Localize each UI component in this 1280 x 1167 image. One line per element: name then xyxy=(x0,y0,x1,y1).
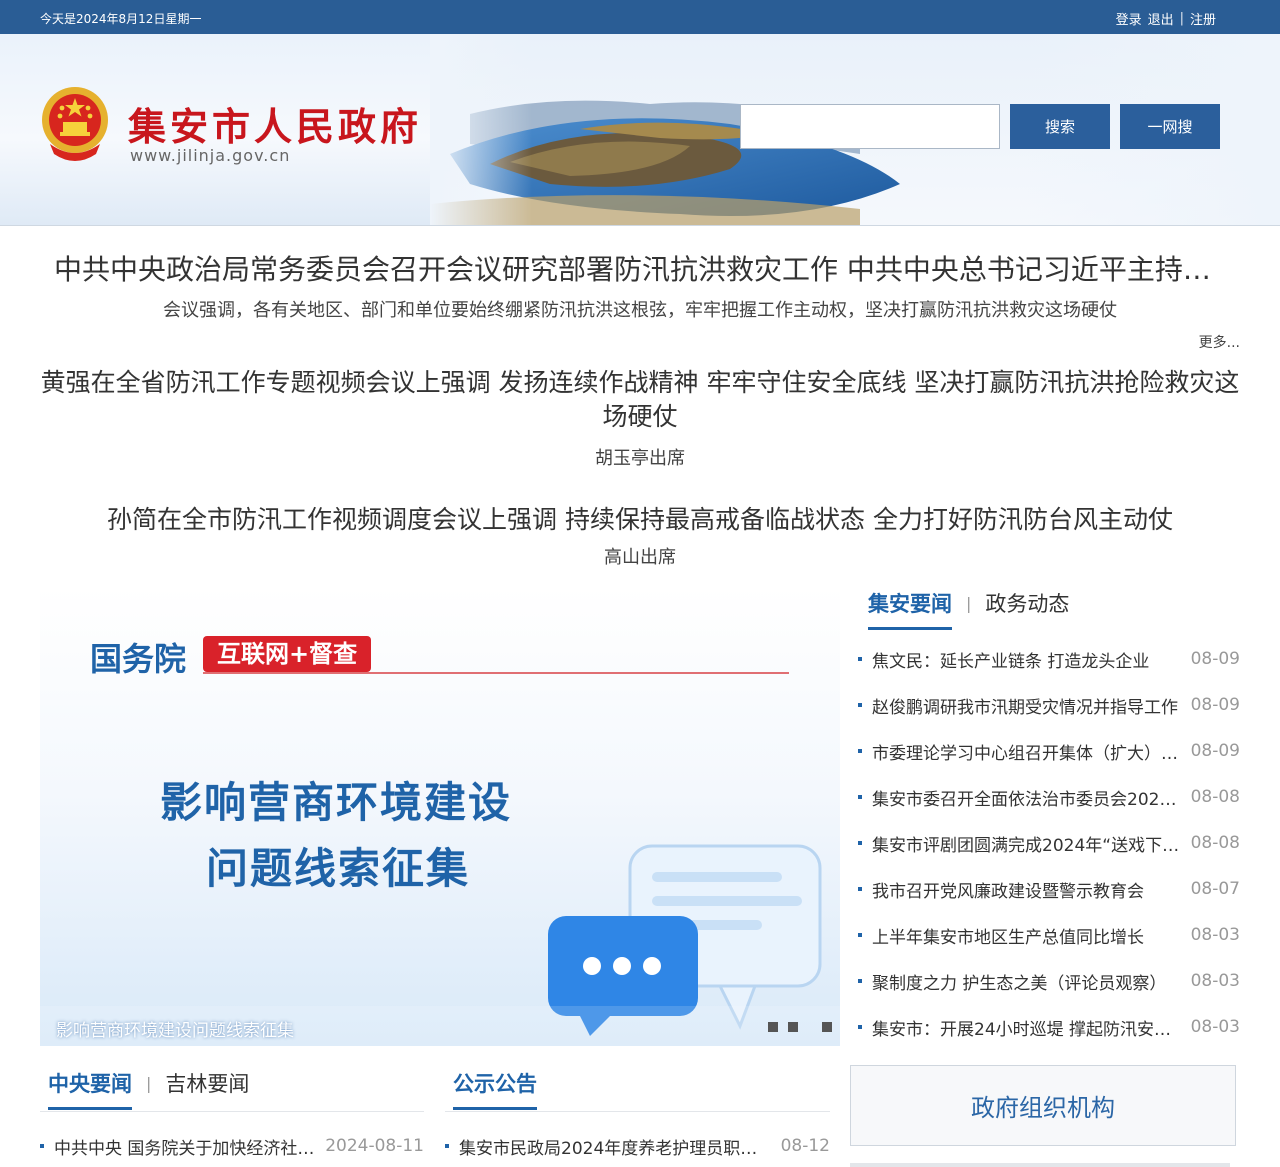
news-item-title[interactable]: 上半年集安市地区生产总值同比增长 xyxy=(872,923,1180,948)
section-divider xyxy=(445,1111,830,1112)
headline-1[interactable]: 中共中央政治局常务委员会召开会议研究部署防汛抗洪救灾工作 中共中央总书记习近平主… xyxy=(40,248,1240,288)
notice-tabs: 公示公告 xyxy=(453,1068,537,1110)
section-divider xyxy=(40,1111,424,1112)
link-separator: | xyxy=(1179,11,1184,26)
central-news-list: 中共中央 国务院关于加快经济社会发展全面绿色转型的意见2024-08-11 xyxy=(40,1134,424,1159)
search-button[interactable]: 搜索 xyxy=(1010,104,1110,149)
central-news-tabs: 中央要闻 | 吉林要闻 xyxy=(48,1068,249,1110)
headline-1-summary: 会议强调，各有关地区、部门和单位要始终绷紧防汛抗洪这根弦，牢牢把握工作主动权，坚… xyxy=(163,300,1117,321)
news-item-date: 08-09 xyxy=(1190,695,1240,715)
slider-dot-2[interactable] xyxy=(788,1022,798,1032)
list-item-date: 2024-08-11 xyxy=(325,1136,424,1156)
news-item[interactable]: 市委理论学习中心组召开集体（扩大）学习会议 08-09 xyxy=(858,728,1240,774)
list-item-date: 08-12 xyxy=(780,1136,830,1156)
news-item[interactable]: 集安市评剧团圆满完成2024年“送戏下乡”演出 08-08 xyxy=(858,820,1240,866)
national-emblem-icon xyxy=(42,87,108,161)
headline-2-summary: 胡玉亭出席 xyxy=(595,448,685,469)
news-item[interactable]: 集安市委召开全面依法治市委员会2024年会议 08-08 xyxy=(858,774,1240,820)
news-item-date: 08-08 xyxy=(1190,787,1240,807)
news-item-date: 08-03 xyxy=(1190,971,1240,991)
org-box-underline xyxy=(850,1163,1230,1167)
slider-tag: 互联网+督查 xyxy=(203,636,372,672)
account-links: 登录 退出 | 注册 xyxy=(1116,9,1216,28)
list-item-title[interactable]: 集安市民政局2024年度养老护理员职业技能培训公示 xyxy=(459,1134,770,1159)
news-item-date: 08-09 xyxy=(1190,741,1240,761)
slider-dot-3[interactable] xyxy=(822,1022,832,1032)
news-item[interactable]: 我市召开党风廉政建设暨警示教育会 08-07 xyxy=(858,866,1240,912)
search-input[interactable] xyxy=(740,104,1000,149)
news-item[interactable]: 上半年集安市地区生产总值同比增长 08-03 xyxy=(858,912,1240,958)
news-item-title[interactable]: 集安市：开展24小时巡堤 撑起防汛安全网 xyxy=(872,1015,1180,1040)
news-item-title[interactable]: 集安市评剧团圆满完成2024年“送戏下乡”演出 xyxy=(872,831,1180,856)
list-item-title[interactable]: 中共中央 国务院关于加快经济社会发展全面绿色转型的意见 xyxy=(54,1134,325,1159)
site-url: www.jilinja.gov.cn xyxy=(130,146,291,165)
news-item-title[interactable]: 焦文民：延长产业链条 打造龙头企业 xyxy=(872,647,1180,672)
news-item-date: 08-08 xyxy=(1190,833,1240,853)
more-link[interactable]: 更多... xyxy=(1199,332,1240,352)
headline-3[interactable]: 孙简在全市防汛工作视频调度会议上强调 持续保持最高戒备临战状态 全力打好防汛防台… xyxy=(40,500,1240,536)
tab-notice[interactable]: 公示公告 xyxy=(453,1068,537,1110)
tab-central-news[interactable]: 中央要闻 xyxy=(48,1068,132,1110)
site-banner: 集安市人民政府 www.jilinja.gov.cn 搜索 一网搜 xyxy=(0,34,1280,226)
news-item-title[interactable]: 市委理论学习中心组召开集体（扩大）学习会议 xyxy=(872,739,1180,764)
top-bar: 今天是2024年8月12日星期一 登录 退出 | 注册 xyxy=(0,0,1280,34)
register-link[interactable]: 注册 xyxy=(1190,9,1216,28)
slider-heading-line-1: 影响营商环境建设 xyxy=(160,778,513,827)
news-item-title[interactable]: 赵俊鹏调研我市汛期受灾情况并指导工作 xyxy=(872,693,1180,718)
headline-2[interactable]: 黄强在全省防汛工作专题视频会议上强调 发扬连续作战精神 牢牢守住安全底线 坚决打… xyxy=(40,366,1240,434)
news-item-date: 08-03 xyxy=(1190,1017,1240,1037)
slider-pagination xyxy=(768,1022,832,1032)
site-title: 集安市人民政府 xyxy=(128,105,423,149)
news-list: 焦文民：延长产业链条 打造龙头企业 08-09 赵俊鹏调研我市汛期受灾情况并指导工… xyxy=(858,636,1240,1050)
tab-jilin-news[interactable]: 吉林要闻 xyxy=(165,1068,249,1098)
notice-list: 集安市民政局2024年度养老护理员职业技能培训公示 08-12 xyxy=(445,1134,830,1159)
slider-rule xyxy=(203,672,789,674)
slider-caption[interactable]: 影响营商环境建设问题线索征集 xyxy=(56,1016,294,1041)
current-date: 今天是2024年8月12日星期一 xyxy=(40,12,202,26)
login-link[interactable]: 登录 xyxy=(1116,9,1142,28)
news-item[interactable]: 聚制度之力 护生态之美（评论员观察） 08-03 xyxy=(858,958,1240,1004)
news-item[interactable]: 焦文民：延长产业链条 打造龙头企业 08-09 xyxy=(858,636,1240,682)
slider-heading-line-2: 问题线索征集 xyxy=(206,844,471,893)
headline-3-summary: 高山出席 xyxy=(604,547,676,568)
feature-slider[interactable]: 国务院 互联网+督查 影响营商环境建设 问题线索征集 影响营商环境建设问题线索征… xyxy=(40,586,840,1046)
news-tabs: 集安要闻 | 政务动态 xyxy=(868,588,1069,630)
government-organization-button[interactable]: 政府组织机构 xyxy=(850,1065,1236,1146)
news-item-title[interactable]: 我市召开党风廉政建设暨警示教育会 xyxy=(872,877,1180,902)
news-item-title[interactable]: 聚制度之力 护生态之美（评论员观察） xyxy=(872,969,1180,994)
tab-separator: | xyxy=(966,593,972,613)
list-item[interactable]: 集安市民政局2024年度养老护理员职业技能培训公示 08-12 xyxy=(445,1134,830,1159)
tab-government-news[interactable]: 政务动态 xyxy=(985,588,1069,618)
news-item-date: 08-03 xyxy=(1190,925,1240,945)
tab-separator: | xyxy=(146,1073,152,1093)
news-item[interactable]: 集安市：开展24小时巡堤 撑起防汛安全网 08-03 xyxy=(858,1004,1240,1050)
news-item-date: 08-09 xyxy=(1190,649,1240,669)
slider-dot-1[interactable] xyxy=(768,1022,778,1032)
news-item-title[interactable]: 集安市委召开全面依法治市委员会2024年会议 xyxy=(872,785,1180,810)
list-item[interactable]: 中共中央 国务院关于加快经济社会发展全面绿色转型的意见2024-08-11 xyxy=(40,1134,424,1159)
logout-link[interactable]: 退出 xyxy=(1148,9,1174,28)
slider-brand: 国务院 xyxy=(90,640,187,678)
news-item-date: 08-07 xyxy=(1190,879,1240,899)
all-search-button[interactable]: 一网搜 xyxy=(1120,104,1220,149)
tab-jian-news[interactable]: 集安要闻 xyxy=(868,588,952,630)
news-item[interactable]: 赵俊鹏调研我市汛期受灾情况并指导工作 08-09 xyxy=(858,682,1240,728)
